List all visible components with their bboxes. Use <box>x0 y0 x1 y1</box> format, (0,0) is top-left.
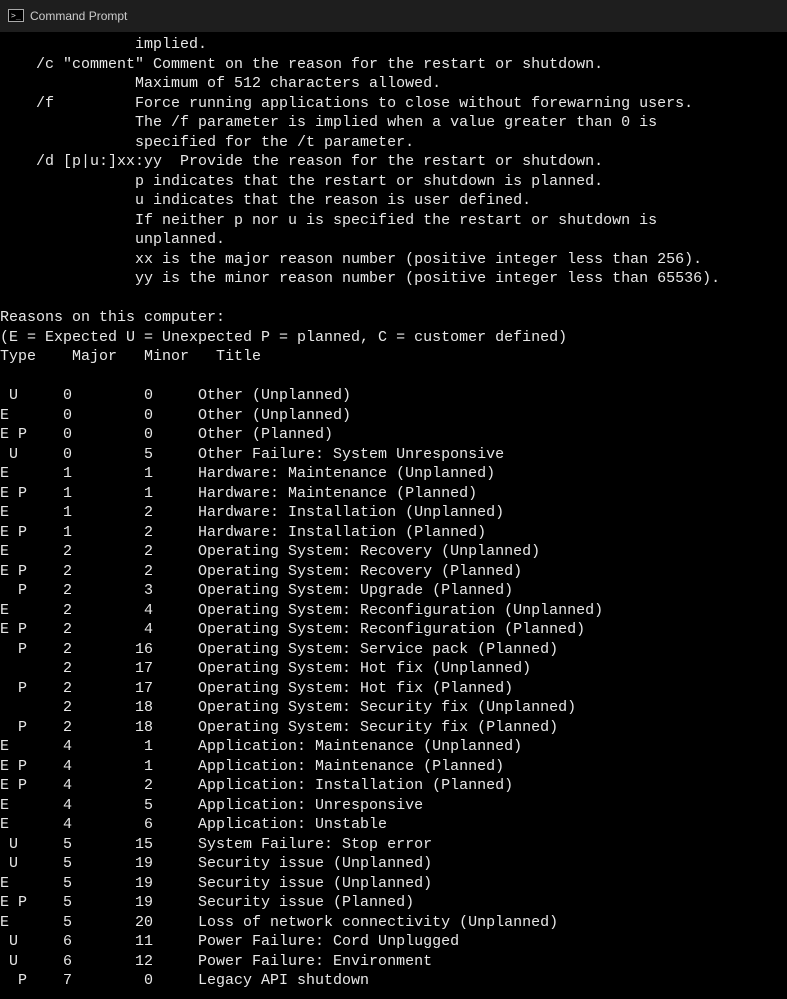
command-prompt-icon: >_ <box>8 8 24 24</box>
window-title: Command Prompt <box>30 9 127 23</box>
window-titlebar[interactable]: >_ Command Prompt <box>0 0 787 33</box>
svg-text:>_: >_ <box>11 11 21 20</box>
terminal-output[interactable]: implied. /c "comment" Comment on the rea… <box>0 33 787 991</box>
